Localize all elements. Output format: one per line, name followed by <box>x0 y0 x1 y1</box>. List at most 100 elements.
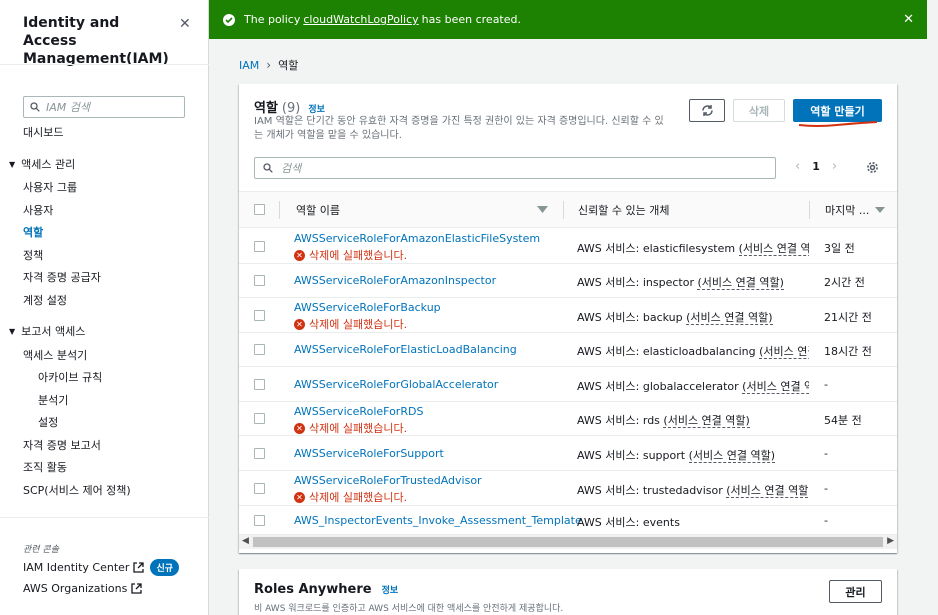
role-name-link[interactable]: AWSServiceRoleForElasticLoadBalancing <box>294 343 517 356</box>
sidebar-search-input[interactable]: IAM 검색 <box>23 96 185 118</box>
sidebar-section-access-management[interactable]: ▼ 액세스 관리 <box>9 156 75 172</box>
service-linked-role-tooltip[interactable]: (서비스 연결 역할 <box>726 484 809 498</box>
role-name-link[interactable]: AWSServiceRoleForRDS <box>294 405 423 418</box>
manage-button[interactable]: 관리 <box>829 580 882 603</box>
last-activity-cell: - <box>824 514 828 527</box>
table-row[interactable]: AWSServiceRoleForElasticLoadBalancing AWS… <box>239 333 897 367</box>
role-name-link[interactable]: AWSServiceRoleForAmazonElasticFileSystem <box>294 232 540 245</box>
create-role-button[interactable]: 역할 만들기 <box>793 99 882 122</box>
role-name-link[interactable]: AWSServiceRoleForTrustedAdvisor <box>294 474 482 487</box>
sidebar-item-credential-report[interactable]: 자격 증명 보고서 <box>23 437 101 453</box>
sidebar-item-analyzers[interactable]: 분석기 <box>38 392 68 408</box>
sidebar-search-placeholder: IAM 검색 <box>46 101 90 114</box>
table-row[interactable]: AWSServiceRoleForAmazonElasticFileSystem… <box>239 229 897 264</box>
sidebar-item-archive-rules[interactable]: 아카이브 규칙 <box>38 369 102 385</box>
column-header-last-activity[interactable]: 마지막 ... <box>825 192 886 227</box>
aws-organizations-link[interactable]: AWS Organizations <box>23 582 142 595</box>
row-checkbox[interactable] <box>254 379 265 390</box>
trusted-prefix: AWS 서비스: <box>577 516 640 529</box>
trusted-prefix: AWS 서비스: <box>577 345 640 358</box>
table-row[interactable]: AWS_InspectorEvents_Invoke_Assessment_Te… <box>239 506 897 535</box>
service-linked-role-tooltip[interactable]: (서비스 연결 역할) <box>688 449 776 463</box>
sidebar-item-roles[interactable]: 역할 <box>23 224 43 240</box>
sidebar-item-settings[interactable]: 설정 <box>38 414 58 430</box>
service-linked-role-tooltip[interactable]: (서비스 연결 역 <box>759 345 809 359</box>
sidebar-section-access-reports[interactable]: ▼ 보고서 액세스 <box>9 323 85 339</box>
row-checkbox[interactable] <box>254 241 265 252</box>
delete-button[interactable]: 삭제 <box>733 99 785 122</box>
service-linked-role-tooltip[interactable]: (서비스 연결 역할) <box>686 311 773 325</box>
close-icon[interactable]: ✕ <box>179 16 191 32</box>
row-checkbox[interactable] <box>254 344 265 355</box>
sidebar-item-account-settings[interactable]: 계정 설정 <box>23 292 67 308</box>
roles-anywhere-description: 비 AWS 워크로드를 인증하고 AWS 서비스에 대한 액세스를 안전하게 제… <box>254 604 564 614</box>
last-activity-cell: 2시간 전 <box>824 276 865 289</box>
scroll-left-icon[interactable]: ◀ <box>242 536 249 546</box>
scrollbar-thumb[interactable] <box>253 537 883 547</box>
sort-icon[interactable] <box>537 192 548 227</box>
role-name-link[interactable]: AWSServiceRoleForSupport <box>294 447 444 460</box>
sidebar-item-org-activity[interactable]: 조직 활동 <box>23 459 67 475</box>
select-all-checkbox[interactable] <box>254 204 265 215</box>
table-row[interactable]: AWSServiceRoleForRDS ✕ 삭제에 실패했습니다. AWS 서비스:… <box>239 402 897 436</box>
row-checkbox[interactable] <box>254 275 265 286</box>
chevron-left-icon[interactable]: ‹ <box>795 159 800 174</box>
breadcrumb-iam-link[interactable]: IAM <box>239 59 259 72</box>
service-linked-role-tooltip[interactable]: (서비스 연결 역할) <box>697 276 784 290</box>
trusted-entity-cell: AWS 서비스: support (서비스 연결 역할) <box>577 447 809 463</box>
chevron-right-icon[interactable]: › <box>832 159 837 174</box>
service-linked-role-tooltip[interactable]: (서비스 연결 역할) <box>663 414 750 428</box>
table-row[interactable]: AWSServiceRoleForAmazonInspector AWS 서비스:… <box>239 264 897 298</box>
role-name-link[interactable]: AWSServiceRoleForGlobalAccelerator <box>294 378 498 391</box>
table-row[interactable]: AWSServiceRoleForSupport AWS 서비스: support… <box>239 436 897 471</box>
table-row[interactable]: AWSServiceRoleForGlobalAccelerator AWS 서비… <box>239 367 897 402</box>
page-number[interactable]: 1 <box>812 160 820 173</box>
policy-link[interactable]: cloudWatchLogPolicy <box>303 13 418 26</box>
sidebar-item-users[interactable]: 사용자 <box>23 202 53 218</box>
role-name-link[interactable]: AWS_InspectorEvents_Invoke_Assessment_Te… <box>294 514 582 527</box>
sidebar-item-identity-providers[interactable]: 자격 증명 공급자 <box>23 269 101 285</box>
roles-count: (9) <box>281 101 301 116</box>
error-icon: ✕ <box>294 249 305 261</box>
role-name-cell: AWS_InspectorEvents_Invoke_Assessment_Te… <box>294 514 582 527</box>
chevron-right-icon: › <box>266 58 272 72</box>
last-activity-cell: - <box>824 447 828 460</box>
service-linked-role-tooltip[interactable]: (서비스 연결 역할 <box>742 380 809 394</box>
scroll-right-icon[interactable]: ▶ <box>887 536 894 546</box>
row-checkbox[interactable] <box>254 448 265 459</box>
sidebar-item-access-analyzer[interactable]: 액세스 분석기 <box>23 347 87 363</box>
horizontal-scrollbar[interactable]: ◀ ▶ <box>239 535 897 549</box>
service-linked-role-tooltip[interactable]: (서비스 연결 역할 <box>738 242 809 256</box>
row-checkbox[interactable] <box>254 413 265 424</box>
refresh-button[interactable] <box>689 99 725 122</box>
close-icon[interactable]: ✕ <box>903 12 914 27</box>
related-consoles-heading: 관련 콘솔 <box>23 545 59 555</box>
last-activity-cell: 21시간 전 <box>824 311 872 324</box>
iam-identity-center-link[interactable]: IAM Identity Center 신규 <box>23 559 179 576</box>
roles-search-input[interactable]: 검색 <box>254 157 776 179</box>
role-name-link[interactable]: AWSServiceRoleForAmazonInspector <box>294 274 496 287</box>
row-checkbox[interactable] <box>254 483 265 494</box>
info-link[interactable]: 정보 <box>308 102 325 115</box>
role-name-cell: AWSServiceRoleForTrustedAdvisor ✕ 삭제에 실패했습… <box>294 474 482 505</box>
delete-failed-status: ✕ 삭제에 실패했습니다. <box>294 247 540 263</box>
table-row[interactable]: AWSServiceRoleForBackup ✕ 삭제에 실패했습니다. AWS 서… <box>239 298 897 333</box>
error-icon: ✕ <box>294 318 305 330</box>
error-text: 삭제에 실패했습니다. <box>309 249 408 262</box>
sidebar-item-scp[interactable]: SCP(서비스 제어 정책) <box>23 482 131 498</box>
row-checkbox[interactable] <box>254 310 265 321</box>
table-settings-button[interactable] <box>866 161 879 177</box>
row-checkbox[interactable] <box>254 515 265 526</box>
table-row[interactable]: AWSServiceRoleForTrustedAdvisor ✕ 삭제에 실패했습… <box>239 471 897 506</box>
info-link[interactable]: 정보 <box>382 583 399 596</box>
flash-suffix: has been created. <box>421 13 521 26</box>
row-checkbox-cell <box>254 344 265 355</box>
column-header-role-name[interactable]: 역할 이름 <box>296 192 340 227</box>
sidebar-item-user-groups[interactable]: 사용자 그룹 <box>23 179 77 195</box>
sidebar-item-dashboard[interactable]: 대시보드 <box>23 124 63 140</box>
column-divider <box>809 201 810 219</box>
role-name-link[interactable]: AWSServiceRoleForBackup <box>294 301 441 314</box>
trusted-entity-cell: AWS 서비스: elasticloadbalancing (서비스 연결 역 <box>577 343 809 359</box>
column-header-trusted-entities[interactable]: 신뢰할 수 있는 개체 <box>578 192 669 227</box>
sidebar-item-policies[interactable]: 정책 <box>23 247 43 263</box>
